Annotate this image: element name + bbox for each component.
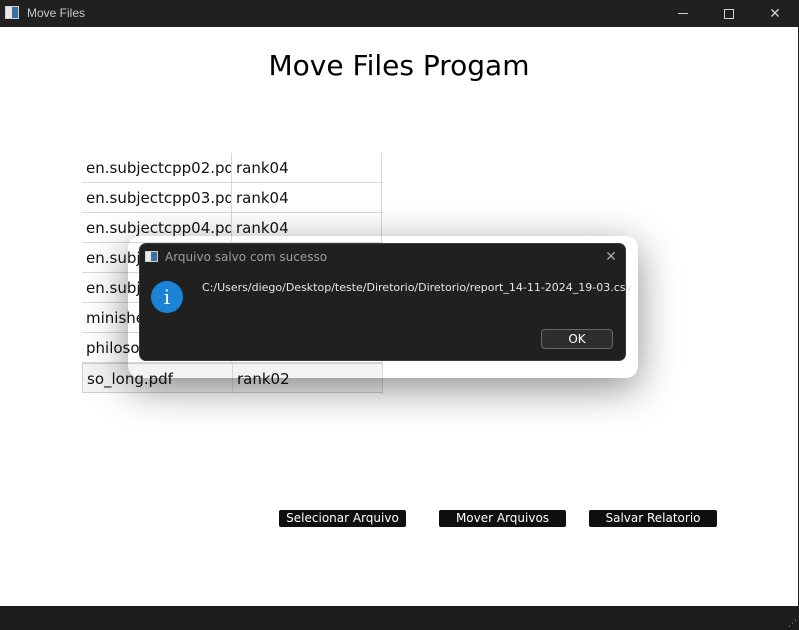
dialog-titlebar[interactable]: Arquivo salvo com sucesso ✕: [140, 244, 625, 270]
maximize-button[interactable]: [706, 0, 752, 27]
file-name-cell[interactable]: en.subjectcpp02.pdf: [82, 153, 232, 183]
app-icon: [5, 6, 19, 19]
maximize-icon: [724, 8, 734, 19]
window-title: Move Files: [27, 6, 86, 20]
save-report-button[interactable]: Salvar Relatorio: [589, 510, 717, 527]
page-title: Move Files Progam: [268, 49, 530, 82]
close-icon: ✕: [769, 5, 781, 21]
message-dialog: Arquivo salvo com sucesso ✕ i C:/Users/d…: [139, 243, 632, 361]
file-name-cell[interactable]: en.subjectcpp03.pdf: [82, 183, 232, 213]
move-files-button[interactable]: Mover Arquivos: [439, 510, 566, 527]
dialog-app-icon: [145, 251, 158, 262]
close-button[interactable]: ✕: [752, 0, 798, 27]
dialog-message: C:/Users/diego/Desktop/teste/Diretorio/D…: [202, 281, 633, 294]
minimize-button[interactable]: [660, 0, 706, 27]
ok-button[interactable]: OK: [541, 329, 613, 349]
info-icon: i: [151, 281, 183, 313]
window-titlebar[interactable]: Move Files ✕: [0, 0, 799, 27]
dialog-close-button[interactable]: ✕: [603, 247, 619, 265]
rank-cell[interactable]: rank04: [232, 153, 382, 183]
resize-grip-icon[interactable]: ⋰: [788, 619, 797, 628]
select-file-button[interactable]: Selecionar Arquivo: [279, 510, 406, 527]
table-row[interactable]: en.subjectcpp03.pdf rank04: [82, 183, 383, 213]
table-row[interactable]: en.subjectcpp02.pdf rank04: [82, 153, 383, 183]
dialog-title: Arquivo salvo com sucesso: [165, 250, 328, 264]
minimize-icon: [678, 13, 688, 14]
rank-cell[interactable]: rank04: [232, 183, 382, 213]
status-bar: ⋰: [0, 606, 799, 630]
